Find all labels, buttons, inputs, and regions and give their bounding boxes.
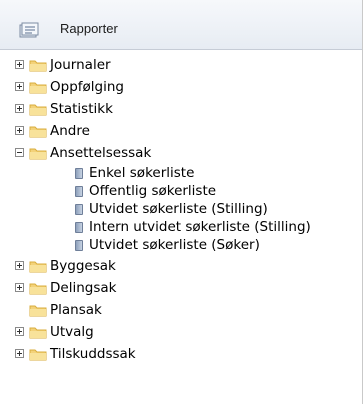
expand-icon[interactable] (15, 349, 24, 358)
collapse-icon[interactable] (15, 148, 24, 157)
report-item-offentlig-sokerliste[interactable]: Offentlig søkerliste (0, 181, 362, 201)
tree-item-label: Journaler (50, 57, 111, 73)
tree-item-oppfolging[interactable]: Oppfølging (0, 77, 362, 97)
tree-item-label: Oppfølging (50, 79, 124, 95)
report-document-icon (75, 222, 83, 233)
expand-icon[interactable] (15, 60, 24, 69)
expand-icon[interactable] (15, 283, 24, 292)
report-document-icon (75, 240, 83, 251)
tree-item-label: Plansak (50, 302, 102, 318)
tree-item-tilskuddssak[interactable]: Tilskuddssak (0, 344, 362, 364)
panel-header: Rapporter (0, 0, 362, 50)
expand-icon[interactable] (15, 261, 24, 270)
tree-item-label: Ansettelsessak (50, 145, 152, 161)
tree-item-label: Statistikk (50, 101, 113, 117)
tree-item-utvalg[interactable]: Utvalg (0, 322, 362, 342)
folder-icon (29, 148, 47, 160)
report-item-label: Utvidet søkerliste (Søker) (89, 237, 260, 253)
tree-item-andre[interactable]: Andre (0, 121, 362, 141)
report-item-label: Intern utvidet søkerliste (Stilling) (89, 219, 311, 235)
folder-icon (29, 126, 47, 138)
tree-item-label: Byggesak (50, 258, 116, 274)
tree-item-statistikk[interactable]: Statistikk (0, 99, 362, 119)
tree-item-label: Utvalg (50, 324, 94, 340)
expand-icon[interactable] (15, 104, 24, 113)
report-item-enkel-sokerliste[interactable]: Enkel søkerliste (0, 163, 362, 183)
tree-item-ansettelsessak[interactable]: Ansettelsessak (0, 143, 362, 163)
tree-item-byggesak[interactable]: Byggesak (0, 256, 362, 276)
report-item-label: Utvidet søkerliste (Stilling) (89, 201, 268, 217)
report-document-icon (75, 168, 83, 179)
report-icon (19, 22, 39, 38)
expand-icon[interactable] (15, 126, 24, 135)
report-item-label: Offentlig søkerliste (89, 183, 217, 199)
report-item-intern-utvidet-sokerliste[interactable]: Intern utvidet søkerliste (Stilling) (0, 217, 362, 237)
tree-item-delingsak[interactable]: Delingsak (0, 278, 362, 298)
folder-icon (29, 82, 47, 94)
folder-icon (29, 327, 47, 339)
tree-item-journaler[interactable]: Journaler (0, 55, 362, 75)
report-document-icon (75, 186, 83, 197)
report-item-utvidet-sokerliste-soker[interactable]: Utvidet søkerliste (Søker) (0, 235, 362, 255)
tree-item-label: Andre (50, 123, 90, 139)
tree-item-label: Delingsak (50, 280, 117, 296)
expand-icon[interactable] (15, 82, 24, 91)
tree-item-label: Tilskuddssak (50, 346, 136, 362)
folder-icon (29, 349, 47, 361)
folder-icon (29, 60, 47, 72)
folder-icon (29, 104, 47, 116)
report-item-utvidet-sokerliste-stilling[interactable]: Utvidet søkerliste (Stilling) (0, 199, 362, 219)
report-item-label: Enkel søkerliste (89, 165, 195, 181)
folder-icon (29, 305, 47, 317)
panel-title: Rapporter (60, 21, 118, 36)
expand-icon[interactable] (15, 327, 24, 336)
report-panel: Rapporter Journaler Oppfølging Statistik… (0, 0, 363, 404)
report-document-icon (75, 204, 83, 215)
tree-item-plansak[interactable]: Plansak (0, 300, 362, 320)
folder-icon (29, 261, 47, 273)
folder-icon (29, 283, 47, 295)
